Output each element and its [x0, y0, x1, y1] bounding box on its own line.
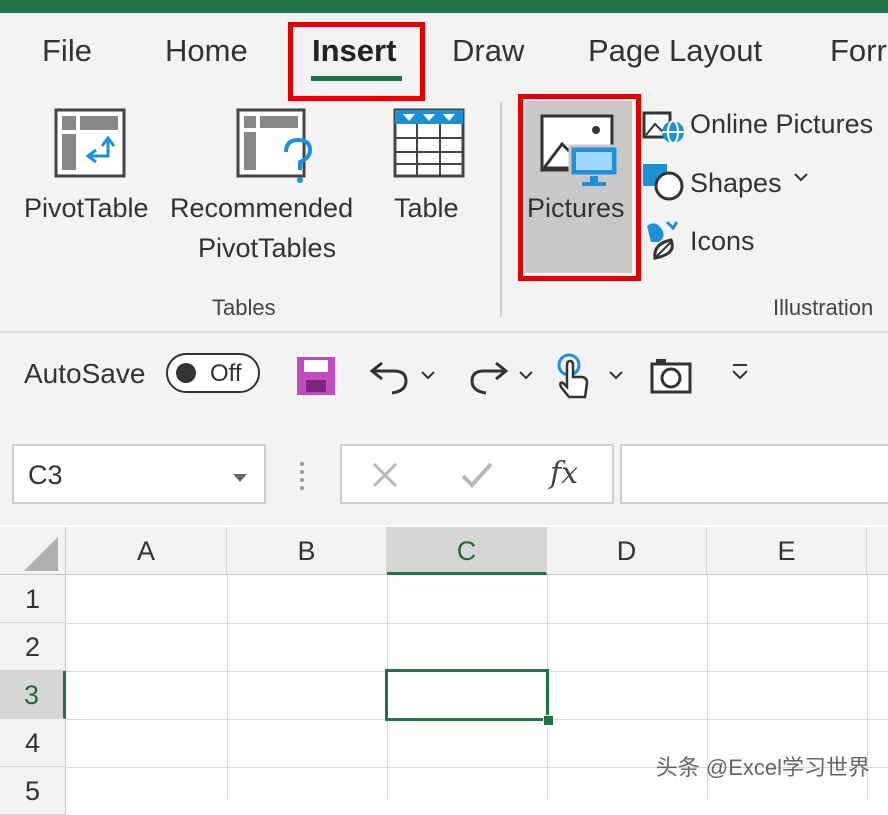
- name-box[interactable]: C3: [12, 444, 266, 504]
- name-box-dropdown-icon[interactable]: [232, 470, 248, 488]
- undo-chevron-down-icon[interactable]: [420, 368, 436, 386]
- row-header-5[interactable]: 5: [0, 767, 66, 815]
- camera-icon: [650, 359, 692, 394]
- column-header-a[interactable]: A: [66, 527, 227, 575]
- save-button[interactable]: [295, 355, 337, 402]
- recommended-pivottables-icon: [236, 108, 313, 183]
- illustrations-group-label: Illustration: [773, 295, 874, 320]
- shapes-chevron-down-icon[interactable]: [793, 170, 809, 189]
- tables-group-label: Tables: [212, 295, 276, 320]
- cancel-entry-icon[interactable]: [370, 460, 400, 495]
- column-header-f[interactable]: [867, 527, 888, 575]
- table-label: Table: [394, 193, 459, 223]
- tab-page-layout[interactable]: Page Layout: [588, 33, 762, 69]
- toggle-state-label: Off: [210, 360, 242, 387]
- tab-formulas[interactable]: Forr: [830, 33, 887, 69]
- redo-icon: [470, 361, 509, 395]
- fill-handle[interactable]: [543, 715, 554, 726]
- pivottable-label: PivotTable: [24, 193, 149, 223]
- autosave-label: AutoSave: [24, 358, 146, 389]
- customize-qat-icon[interactable]: [730, 362, 750, 387]
- column-header-e[interactable]: E: [707, 527, 867, 575]
- pictures-highlight: [518, 94, 641, 281]
- column-header-b[interactable]: B: [227, 527, 387, 575]
- autosave-toggle[interactable]: Off: [166, 353, 260, 393]
- undo-button[interactable]: [368, 355, 412, 400]
- row-header-3[interactable]: 3: [0, 671, 66, 719]
- formula-bar-grip-icon[interactable]: [298, 460, 306, 495]
- recommended-pivottables-label-2: PivotTables: [198, 233, 337, 263]
- shapes-label[interactable]: Shapes: [690, 168, 782, 199]
- confirm-entry-icon[interactable]: [460, 460, 494, 495]
- shapes-button[interactable]: [641, 162, 687, 207]
- gridline: [66, 623, 888, 624]
- touch-chevron-down-icon[interactable]: [608, 368, 624, 386]
- row-header-1[interactable]: 1: [0, 575, 66, 623]
- tab-home[interactable]: Home: [165, 33, 248, 69]
- shapes-icon: [643, 164, 684, 201]
- online-pictures-button[interactable]: [641, 110, 685, 149]
- camera-button[interactable]: [650, 356, 692, 399]
- select-all-button[interactable]: [0, 527, 66, 575]
- pivottable-icon: [54, 108, 126, 178]
- table-button[interactable]: [393, 108, 467, 185]
- column-header-c[interactable]: C: [387, 527, 547, 575]
- title-bar-strip: [0, 0, 888, 13]
- row-header-2[interactable]: 2: [0, 623, 66, 671]
- pivottable-button[interactable]: [54, 108, 128, 185]
- online-pictures-label[interactable]: Online Pictures: [690, 109, 873, 140]
- undo-icon: [369, 361, 408, 395]
- icons-icon: [647, 220, 679, 260]
- group-separator: [500, 102, 502, 317]
- tab-file[interactable]: File: [42, 33, 92, 69]
- toggle-knob: [176, 363, 196, 383]
- table-icon: [393, 108, 465, 178]
- insert-tab-highlight: [288, 22, 425, 101]
- icons-label[interactable]: Icons: [690, 226, 755, 257]
- online-pictures-icon: [642, 111, 684, 144]
- select-all-triangle-icon: [24, 537, 58, 571]
- name-box-value: C3: [28, 460, 63, 490]
- recommended-pivottables-button[interactable]: [236, 108, 318, 191]
- row-header-4[interactable]: 4: [0, 719, 66, 767]
- column-header-d[interactable]: D: [547, 527, 707, 575]
- icons-button[interactable]: [641, 218, 685, 267]
- tab-draw[interactable]: Draw: [452, 33, 524, 69]
- redo-button[interactable]: [466, 355, 510, 400]
- gridline: [227, 575, 228, 798]
- insert-function-button[interactable]: fx: [550, 456, 578, 491]
- save-icon: [297, 357, 335, 395]
- active-cell-c3[interactable]: [385, 669, 549, 721]
- touch-mode-icon: [557, 353, 589, 399]
- touch-mode-button[interactable]: [555, 353, 595, 404]
- watermark: 头条 @Excel学习世界: [655, 755, 870, 780]
- redo-chevron-down-icon[interactable]: [518, 368, 534, 386]
- recommended-pivottables-label-1: Recommended: [170, 193, 354, 223]
- formula-input[interactable]: [620, 444, 888, 504]
